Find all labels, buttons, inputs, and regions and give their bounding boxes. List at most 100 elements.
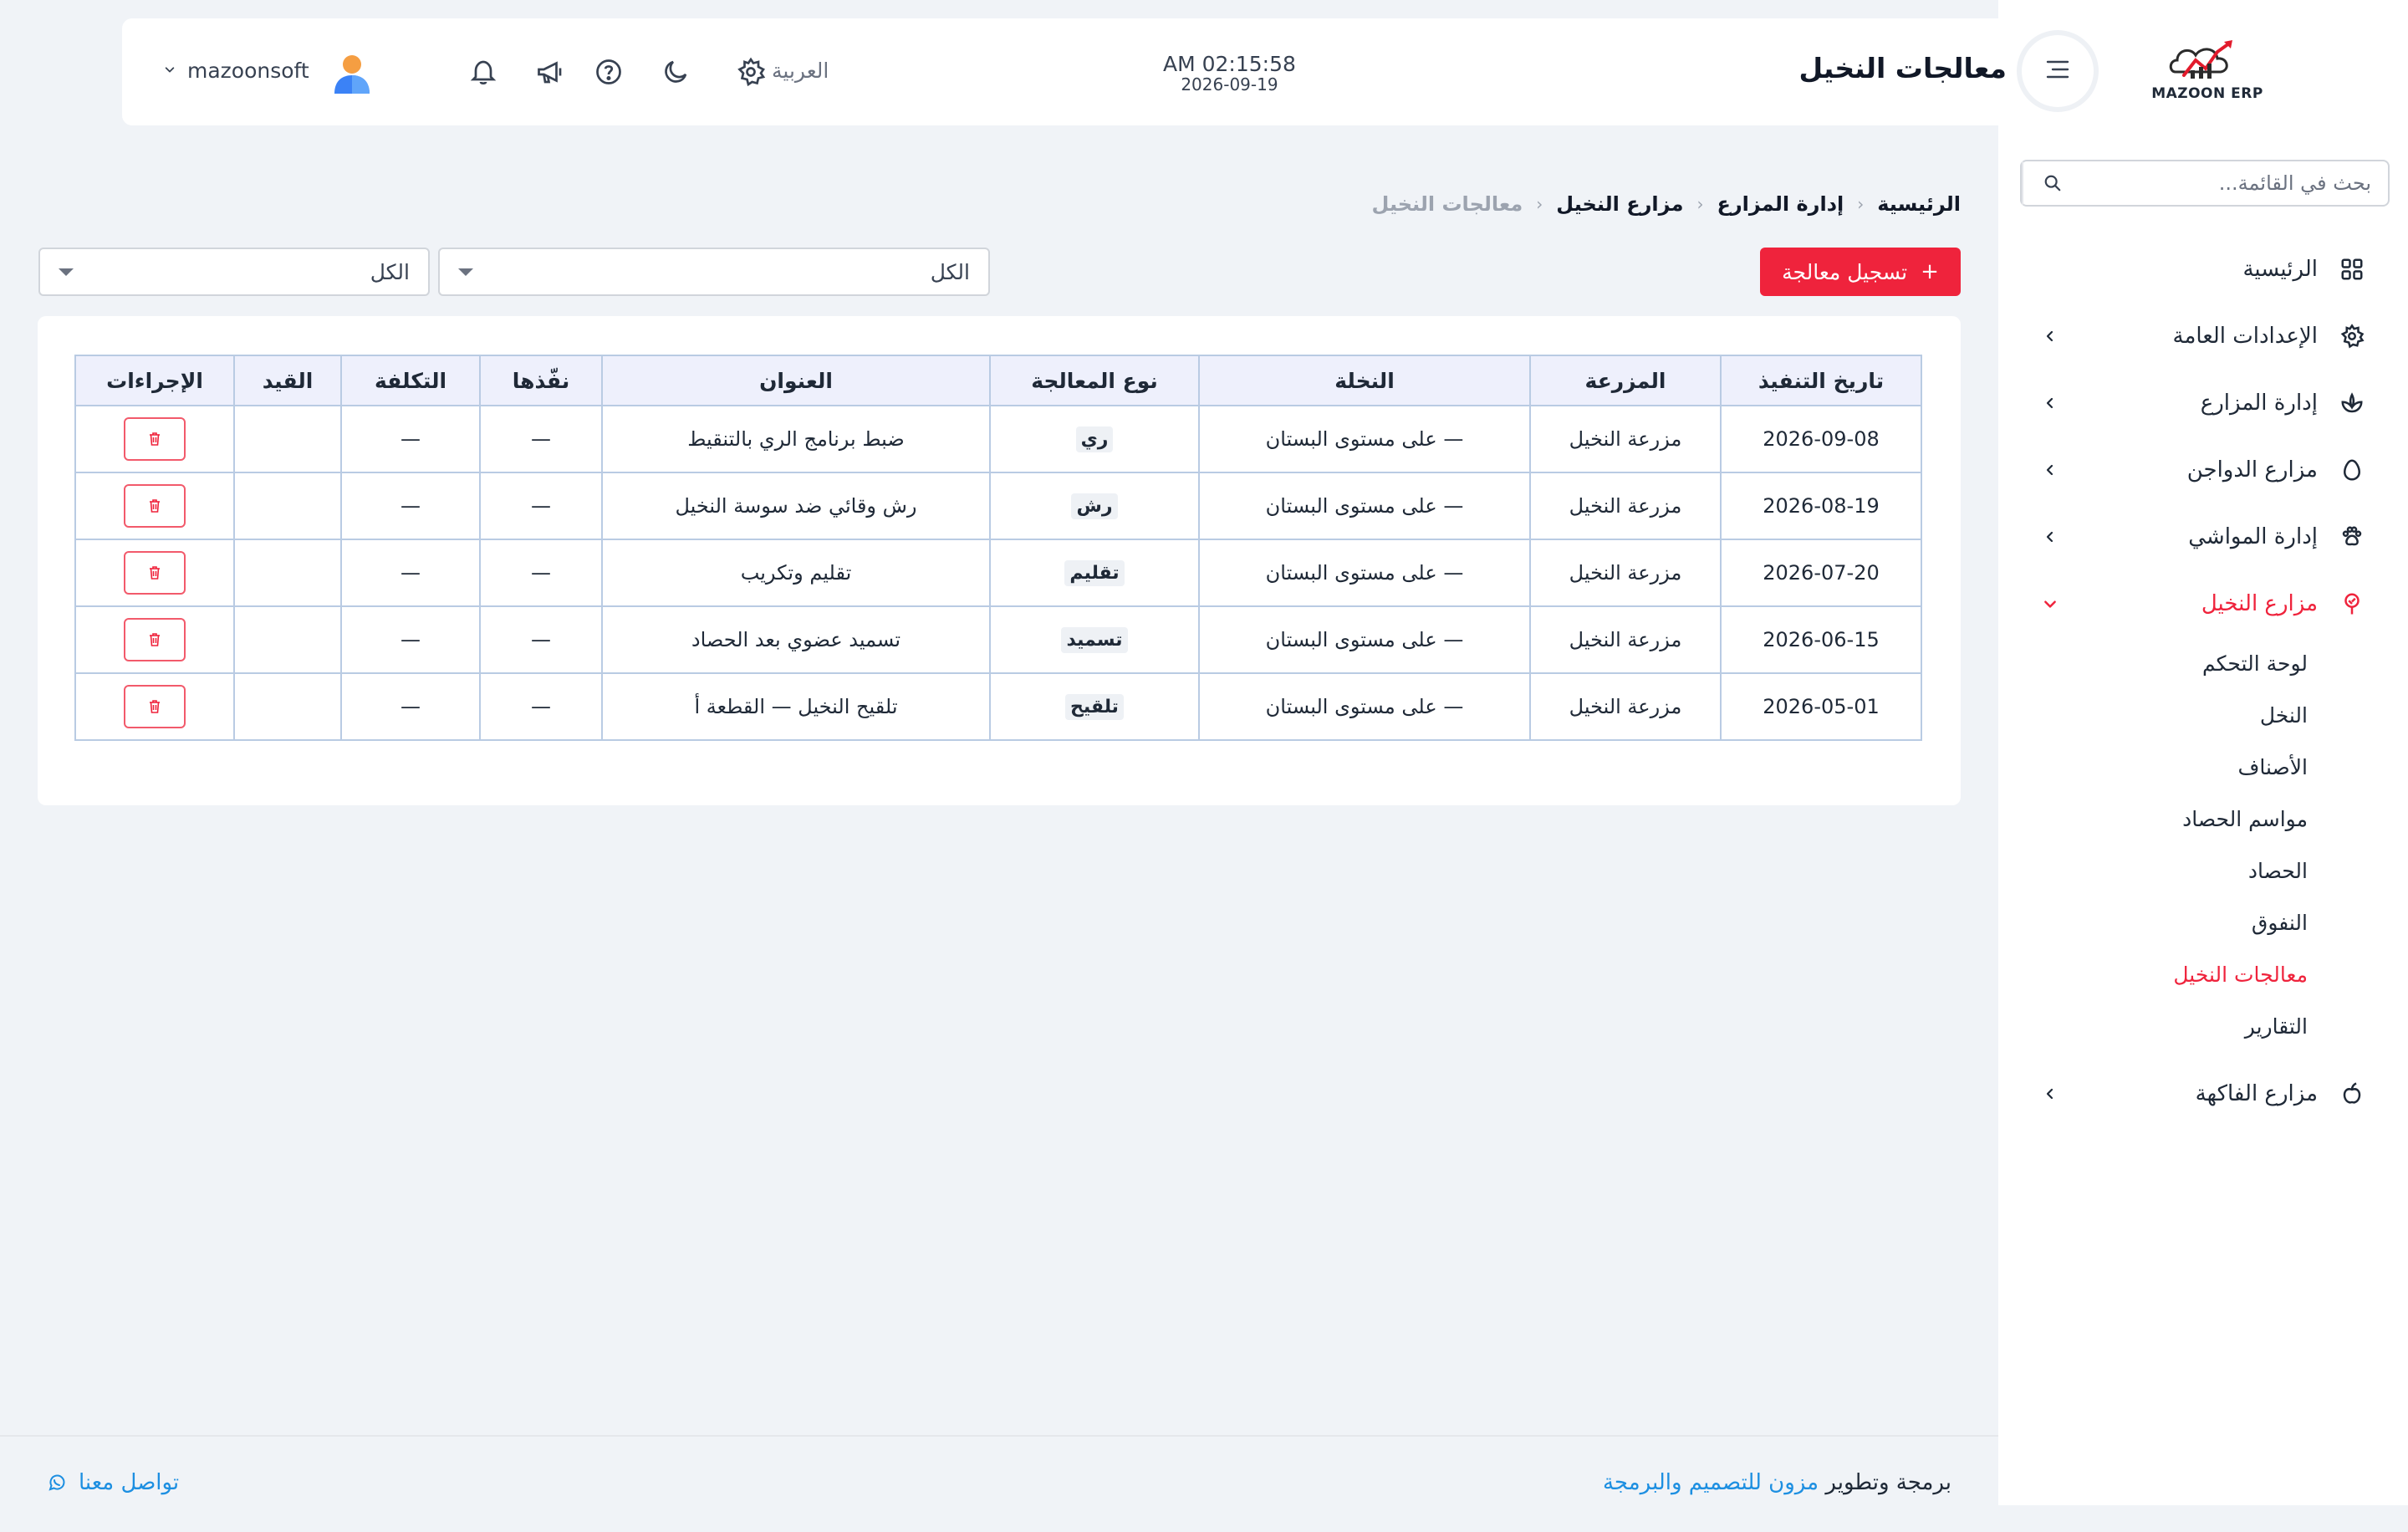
cell-title: رش وقائي ضد سوسة النخيل: [601, 472, 991, 540]
footer-credit-prefix: برمجة وتطوير: [1825, 1470, 1951, 1495]
cell-type: تقليم: [989, 539, 1200, 607]
contact-link[interactable]: تواصل معنا: [47, 1470, 179, 1495]
sidebar-subitem-mortality[interactable]: النفوق: [1998, 896, 2308, 948]
leaf-icon: [2338, 389, 2366, 417]
sidebar-subitem-harvest[interactable]: الحصاد: [1998, 845, 2308, 896]
sidebar: MAZOON ERP الرئيسية الإعدادات العامة: [1998, 0, 2408, 1505]
clock: AM 02:15:58 2026-09-19: [1163, 52, 1296, 94]
user-menu[interactable]: mazoonsoft: [164, 59, 309, 83]
megaphone-icon[interactable]: [532, 54, 569, 90]
cell-by: —: [479, 405, 603, 473]
gear-icon[interactable]: [732, 54, 769, 90]
cell-entry: [233, 405, 342, 473]
cell-palm: — على مستوى البستان: [1198, 472, 1531, 540]
add-treatment-button[interactable]: + تسجيل معالجة: [1760, 248, 1961, 296]
trash-icon: [150, 566, 160, 580]
chevron-left-icon: [2040, 393, 2060, 413]
chevron-left-icon: ‹: [1857, 194, 1865, 214]
cell-cost: —: [340, 405, 481, 473]
trash-icon: [150, 499, 160, 513]
column-header: الإجراءات: [74, 355, 235, 406]
treatments-table: تاريخ التنفيذ المزرعة النخلة نوع المعالج…: [74, 355, 1922, 741]
sidebar-subitem-palm-treatments[interactable]: معالجات النخيل: [1998, 948, 2308, 1000]
sidebar-subitem-varieties[interactable]: الأصناف: [1998, 741, 2308, 793]
column-header[interactable]: القيد: [233, 355, 342, 406]
logo[interactable]: MAZOON ERP: [2140, 35, 2274, 110]
sidebar-item-palm-farms[interactable]: مزارع النخيل: [1998, 570, 2408, 637]
column-header[interactable]: تاريخ التنفيذ: [1720, 355, 1922, 406]
trash-icon: [150, 633, 160, 646]
cell-date: 2026-07-20: [1720, 539, 1922, 607]
help-icon[interactable]: [590, 54, 627, 90]
language-switch[interactable]: العربية: [772, 59, 829, 83]
sidebar-subitem-harvest-seasons[interactable]: مواسم الحصاد: [1998, 793, 2308, 845]
cell-type: رش: [989, 472, 1200, 540]
filter-select-value: الكل: [930, 259, 970, 284]
contact-label: تواصل معنا: [79, 1470, 180, 1495]
sidebar-item-farm-management[interactable]: إدارة المزارع: [1998, 370, 2408, 437]
table-row: 2026-05-01 مزرعة النخيل — على مستوى البس…: [74, 672, 1922, 741]
cell-by: —: [479, 672, 603, 741]
cell-title: تسميد عضوي بعد الحصاد: [601, 605, 991, 674]
column-header[interactable]: النخلة: [1198, 355, 1531, 406]
treatment-type-badge: ري: [1075, 426, 1114, 452]
bell-icon[interactable]: [465, 54, 502, 90]
delete-button[interactable]: [124, 618, 186, 661]
caret-down-icon: [458, 268, 473, 276]
cell-title: تقليم وتكريب: [601, 539, 991, 607]
sidebar-subitem-palms[interactable]: النخل: [1998, 689, 2308, 741]
treatments-card: تاريخ التنفيذ المزرعة النخلة نوع المعالج…: [38, 316, 1961, 805]
footer: برمجة وتطوير مزون للتصميم والبرمجة تواصل…: [0, 1435, 1998, 1532]
add-treatment-label: تسجيل معالجة: [1782, 259, 1908, 284]
delete-button[interactable]: [124, 685, 186, 728]
breadcrumb-palm-farms[interactable]: مزارع النخيل: [1556, 192, 1683, 216]
delete-button[interactable]: [124, 484, 186, 528]
chevron-down-icon: [2040, 594, 2060, 614]
filter-select-type[interactable]: الكل: [38, 248, 430, 296]
username: mazoonsoft: [187, 59, 309, 83]
column-header[interactable]: نفّذها: [479, 355, 603, 406]
sidebar-menu: الرئيسية الإعدادات العامة إدارة المزارع: [1998, 236, 2408, 1127]
cell-cost: —: [340, 605, 481, 674]
sidebar-item-home[interactable]: الرئيسية: [1998, 236, 2408, 303]
cell-cost: —: [340, 539, 481, 607]
treatment-type-badge: تقليم: [1064, 559, 1125, 586]
cell-title: تلقيح النخيل — القطعة أ: [601, 672, 991, 741]
breadcrumb-farm-management[interactable]: إدارة المزارع: [1717, 192, 1844, 216]
sidebar-item-fruit-farms[interactable]: مزارع الفاكهة: [1998, 1060, 2408, 1127]
sidebar-toggle-button[interactable]: [2022, 35, 2094, 107]
top-header: معالجات النخيل AM 02:15:58 2026-09-19 ال…: [122, 18, 2094, 125]
cell-palm: — على مستوى البستان: [1198, 672, 1531, 741]
footer-credit-link[interactable]: مزون للتصميم والبرمجة: [1603, 1470, 1819, 1495]
table-row: 2026-08-19 مزرعة النخيل — على مستوى البس…: [74, 472, 1922, 540]
sidebar-item-livestock[interactable]: إدارة المواشي: [1998, 503, 2408, 570]
column-header[interactable]: المزرعة: [1529, 355, 1722, 406]
breadcrumb-home[interactable]: الرئيسية: [1877, 192, 1961, 216]
search-icon[interactable]: [2022, 161, 2082, 205]
avatar[interactable]: [331, 52, 373, 95]
sidebar-search-input[interactable]: [2082, 171, 2388, 195]
footer-credit: برمجة وتطوير مزون للتصميم والبرمجة: [1603, 1470, 1951, 1495]
paw-icon: [2338, 523, 2366, 551]
filter-select-farm[interactable]: الكل: [438, 248, 990, 296]
treatment-type-badge: تسميد: [1061, 626, 1128, 653]
sidebar-item-general-settings[interactable]: الإعدادات العامة: [1998, 303, 2408, 370]
cell-palm: — على مستوى البستان: [1198, 605, 1531, 674]
table-row: 2026-06-15 مزرعة النخيل — على مستوى البس…: [74, 605, 1922, 674]
egg-icon: [2338, 456, 2366, 484]
sidebar-item-poultry-farms[interactable]: مزارع الدواجن: [1998, 437, 2408, 503]
sidebar-item-label: مزارع النخيل: [2201, 591, 2318, 616]
page-title: معالجات النخيل: [1798, 52, 2007, 84]
cell-entry: [233, 539, 342, 607]
chevron-left-icon: ‹: [1696, 194, 1704, 214]
sidebar-subitem-reports[interactable]: التقارير: [1998, 1000, 2308, 1052]
column-header[interactable]: العنوان: [601, 355, 991, 406]
cell-type: ري: [989, 405, 1200, 473]
cell-farm: مزرعة النخيل: [1529, 539, 1722, 607]
column-header[interactable]: نوع المعالجة: [989, 355, 1200, 406]
delete-button[interactable]: [124, 551, 186, 595]
moon-icon[interactable]: [657, 54, 694, 90]
column-header[interactable]: التكلفة: [340, 355, 481, 406]
delete-button[interactable]: [124, 417, 186, 461]
sidebar-subitem-dashboard[interactable]: لوحة التحكم: [1998, 637, 2308, 689]
